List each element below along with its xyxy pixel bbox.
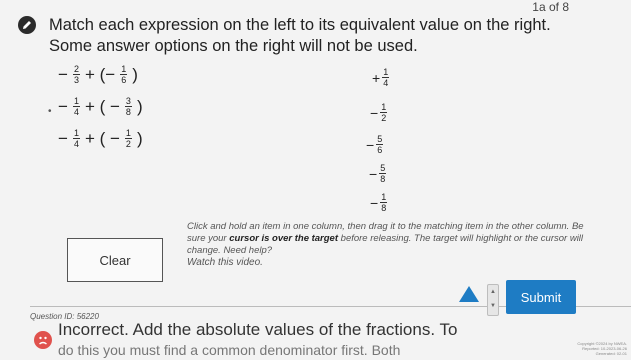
watch-video-link[interactable]: Watch this video. [187,257,597,269]
sad-face-icon [34,331,52,349]
answer-value-2[interactable]: − 12 [370,102,389,123]
feedback-message: Incorrect. Add the absolute values of th… [58,320,458,339]
answer-value-5[interactable]: − 18 [370,192,389,213]
chevron-down-icon[interactable]: ▼ [488,299,498,313]
clear-button[interactable]: Clear [67,238,163,282]
navigation-triangle-icon[interactable] [459,286,479,302]
expression-1[interactable]: − 23 + (− 16 ) [58,64,138,85]
submit-button[interactable]: Submit [506,280,576,314]
answer-value-4[interactable]: − 58 [369,163,388,184]
pencil-icon [18,16,36,34]
answer-value-3[interactable]: − 56 [366,134,385,155]
expression-2[interactable]: − 14 + ( − 38 ) [58,96,143,117]
help-text: Click and hold an item in one column, th… [187,221,597,269]
footer-legal: Copyright ©2024 by NWEA. Reported: 10-20… [577,341,627,356]
feedback-message-continued: do this you must find a common denominat… [58,342,401,358]
page-counter: 1a of 8 [532,0,569,14]
chevron-up-icon[interactable]: ▲ [488,285,498,299]
answer-value-1[interactable]: + 14 [372,67,391,88]
scroll-stepper[interactable]: ▲ ▼ [487,284,499,316]
bullet-marker: • [48,106,52,117]
expression-3[interactable]: − 14 + ( − 12 ) [58,128,143,149]
instructions: Match each expression on the left to its… [49,16,551,55]
